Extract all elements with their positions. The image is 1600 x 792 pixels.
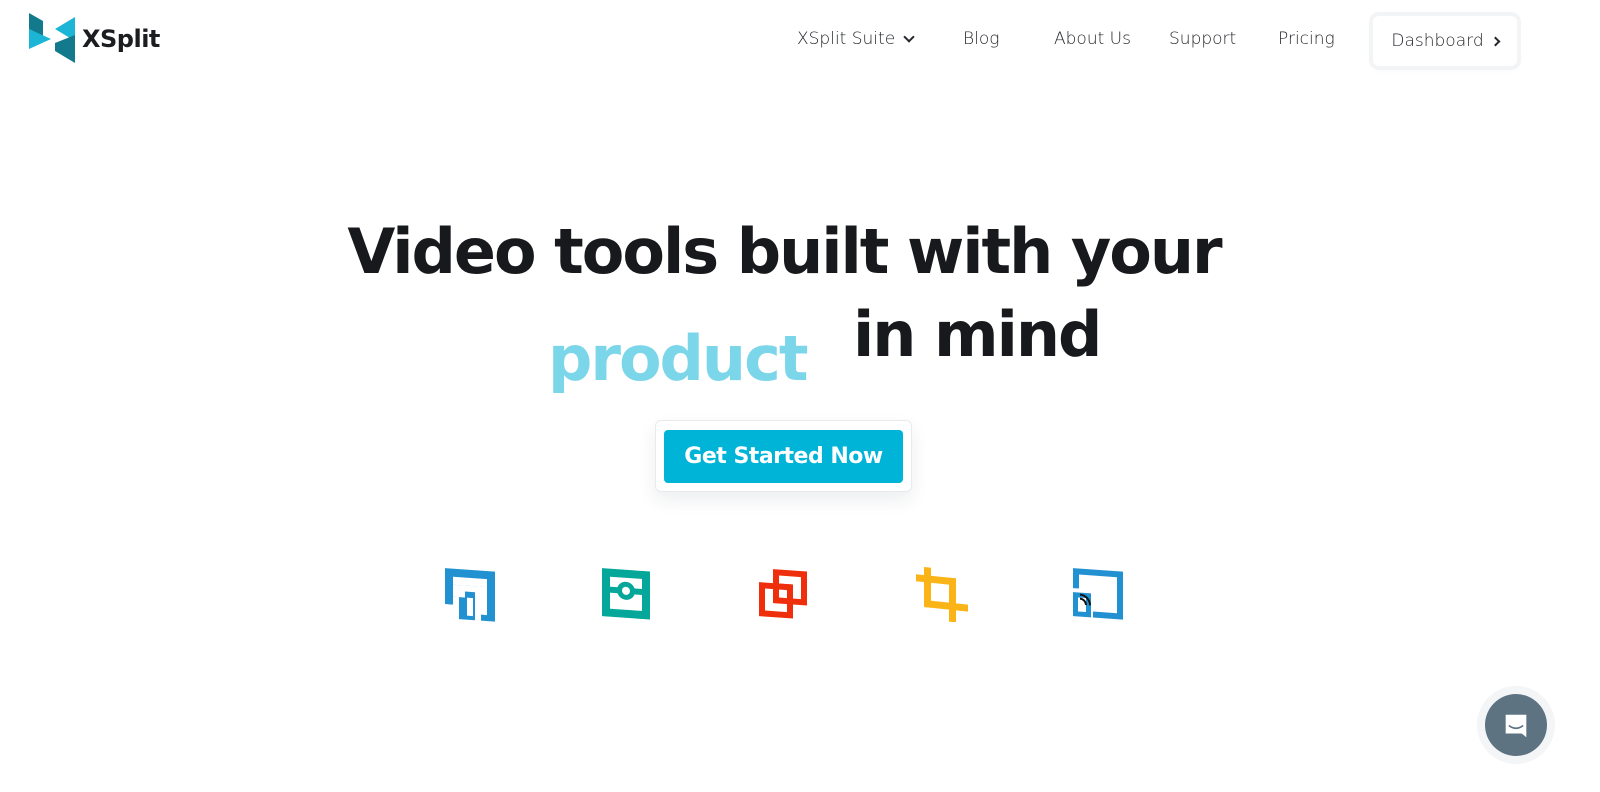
get-started-button[interactable]: Get Started Now bbox=[664, 430, 903, 483]
product-icon-row bbox=[0, 566, 1600, 626]
hero-headline-line2: in mind bbox=[853, 298, 1102, 371]
cta-container: Get Started Now bbox=[655, 420, 912, 492]
chat-launcher-button[interactable] bbox=[1485, 694, 1547, 756]
main-nav: XSplit Suite Blog About Us Support Prici… bbox=[0, 0, 1600, 80]
nav-about-us[interactable]: About Us bbox=[1054, 29, 1131, 49]
nav-label: XSplit Suite bbox=[797, 29, 896, 49]
nav-blog[interactable]: Blog bbox=[963, 29, 999, 49]
nav-pricing[interactable]: Pricing bbox=[1278, 29, 1335, 49]
vcam-icon[interactable] bbox=[600, 566, 656, 622]
nav-label: Pricing bbox=[1278, 29, 1335, 49]
chat-icon bbox=[1505, 714, 1527, 738]
dashboard-label: Dashboard bbox=[1391, 31, 1484, 51]
nav-xsplit-suite[interactable]: XSplit Suite bbox=[797, 29, 915, 49]
hero-headline-line1: Video tools built with your bbox=[347, 215, 1222, 288]
crop-icon[interactable] bbox=[914, 566, 970, 623]
chevron-down-icon bbox=[903, 30, 915, 43]
nav-label: Blog bbox=[963, 29, 1000, 49]
site-header: XSplit XSplit Suite Blog About Us Suppor… bbox=[0, 0, 1600, 80]
presenter-icon[interactable] bbox=[757, 566, 813, 622]
dashboard-button[interactable]: Dashboard bbox=[1373, 16, 1517, 66]
chevron-right-icon bbox=[1490, 36, 1501, 46]
hero-rotating-word: product bbox=[548, 322, 808, 395]
nav-label: About Us bbox=[1054, 29, 1131, 49]
connect-icon[interactable] bbox=[1071, 566, 1127, 622]
broadcaster-icon[interactable] bbox=[443, 566, 499, 622]
nav-support[interactable]: Support bbox=[1169, 29, 1236, 49]
nav-label: Support bbox=[1169, 29, 1237, 49]
